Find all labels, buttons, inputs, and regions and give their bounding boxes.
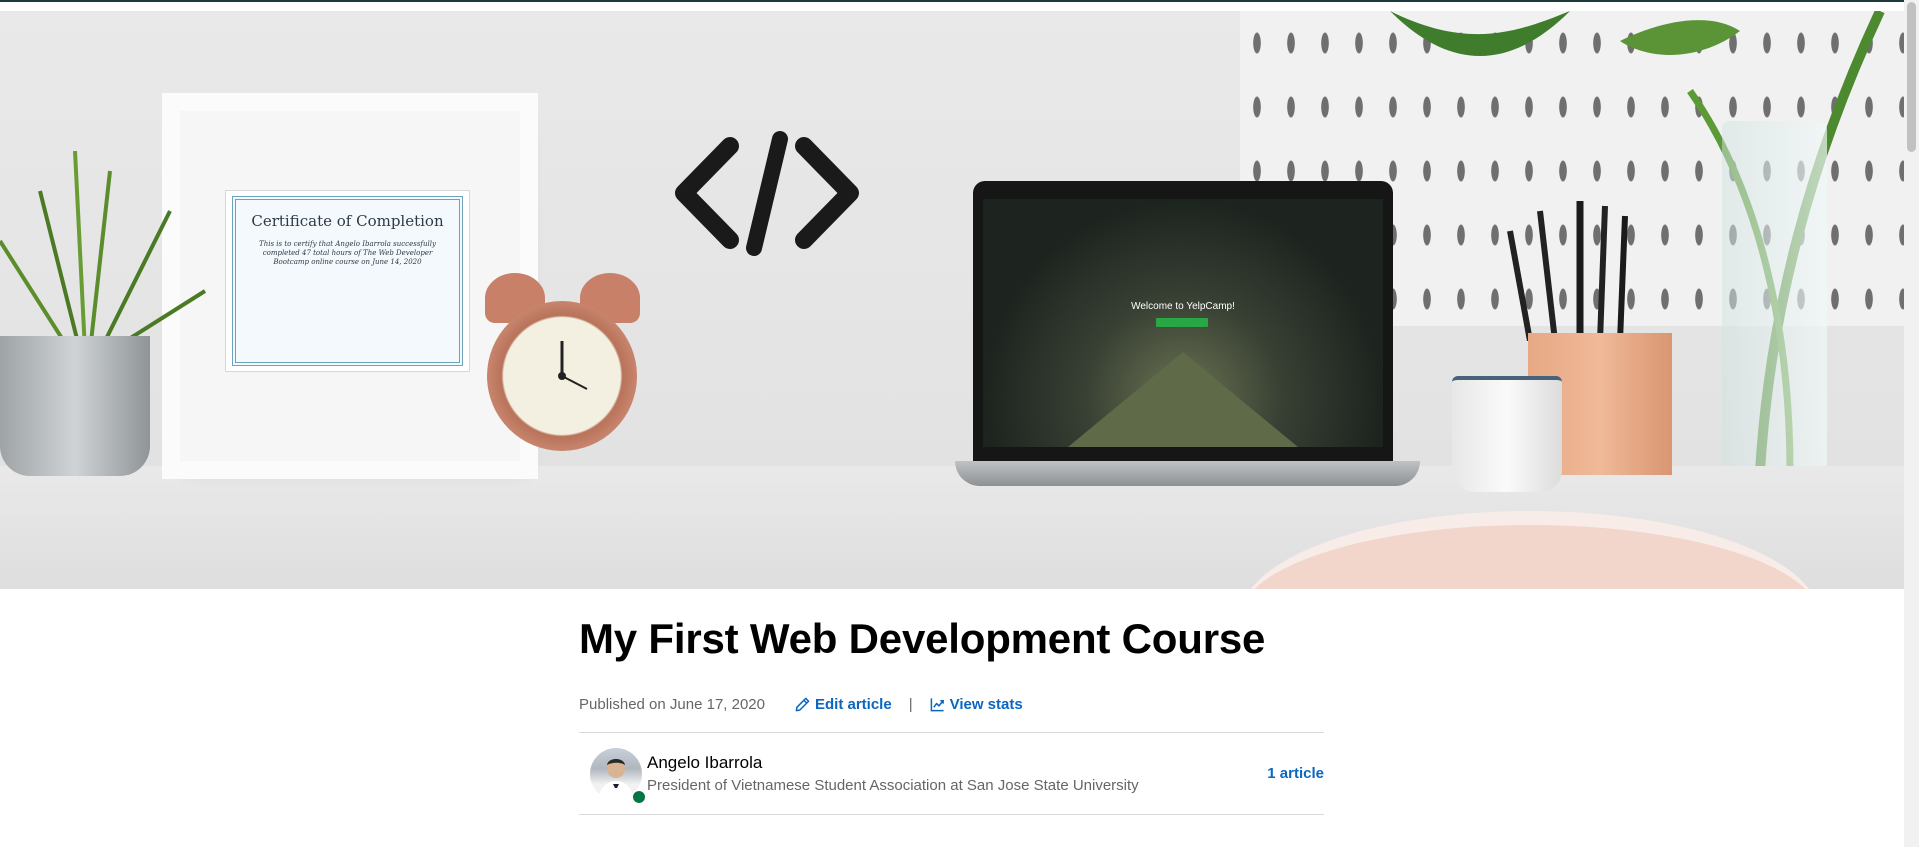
laptop-green-button	[1156, 318, 1208, 327]
tent	[1068, 352, 1298, 447]
author-headline: President of Vietnamese Student Associat…	[647, 777, 1139, 794]
certificate-frame: Certificate of Completion This is to cer…	[180, 111, 520, 461]
glass-vase	[1722, 121, 1827, 471]
laptop-base	[955, 461, 1420, 486]
top-accent-line	[0, 0, 1904, 2]
edit-article-label: Edit article	[814, 695, 892, 713]
meta-separator: |	[908, 695, 913, 713]
cover-image: Certificate of Completion This is to cer…	[0, 11, 1904, 589]
online-status-dot	[631, 789, 647, 805]
alarm-clock	[487, 301, 637, 451]
certificate-body: This is to certify that Angelo Ibarrola …	[259, 240, 436, 266]
code-brackets-icon	[675, 131, 859, 256]
laptop: Welcome to YelpCamp!	[973, 181, 1393, 461]
article-meta: Published on June 17, 2020 Edit article …	[579, 694, 1023, 714]
view-stats-link[interactable]: View stats	[930, 696, 1023, 713]
published-date: Published on June 17, 2020	[579, 695, 765, 713]
plant-pot	[0, 336, 150, 476]
view-stats-label: View stats	[949, 695, 1023, 713]
potted-plant-leaves	[0, 151, 207, 351]
article-title: My First Web Development Course	[579, 615, 1266, 662]
article-count-link[interactable]: 1 article	[1267, 765, 1324, 782]
laptop-welcome-text: Welcome to YelpCamp!	[1131, 301, 1235, 312]
certificate-title: Certificate of Completion	[251, 212, 444, 230]
author-name[interactable]: Angelo Ibarrola	[647, 753, 762, 773]
certificate: Certificate of Completion This is to cer…	[232, 196, 463, 366]
edit-article-link[interactable]: Edit article	[795, 696, 892, 713]
scrollbar-thumb[interactable]	[1907, 2, 1916, 152]
author-divider-bottom	[579, 814, 1324, 815]
line-chart-icon	[930, 697, 944, 711]
pencils	[1507, 201, 1628, 341]
white-mug	[1452, 376, 1562, 492]
laptop-display: Welcome to YelpCamp!	[983, 199, 1383, 447]
page-scrollbar[interactable]	[1904, 0, 1919, 847]
pencil-icon	[795, 697, 810, 711]
author-card: Angelo Ibarrola President of Vietnamese …	[579, 733, 1324, 813]
